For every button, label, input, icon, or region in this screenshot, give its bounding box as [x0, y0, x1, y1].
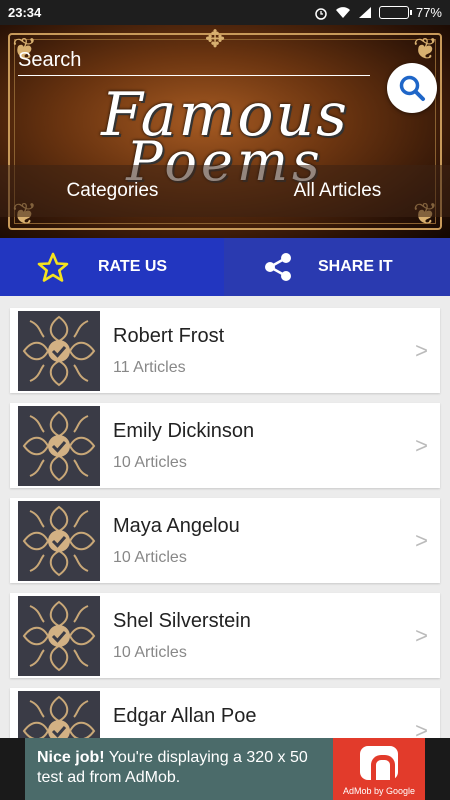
tab-all-articles[interactable]: All Articles: [225, 165, 450, 217]
author-name: Shel Silverstein: [113, 610, 251, 632]
chevron-right-icon: >: [415, 623, 428, 648]
signal-icon: [358, 7, 371, 18]
list-item-maya-angelou[interactable]: Maya Angelou 10 Articles >: [10, 498, 440, 583]
article-count: 10 Articles: [113, 644, 187, 661]
author-thumbnail: [18, 691, 100, 738]
battery-percent: 77%: [415, 5, 442, 20]
admob-logo: AdMob by Google: [333, 738, 425, 800]
list-item-robert-frost[interactable]: Robert Frost 11 Articles >: [10, 308, 440, 393]
search-underline: [18, 75, 370, 76]
chevron-right-icon: >: [415, 433, 428, 458]
share-it-button[interactable]: SHARE IT: [224, 238, 450, 296]
rate-us-button[interactable]: RATE US: [0, 238, 224, 296]
article-count: 10 Articles: [113, 549, 187, 566]
share-icon: [262, 252, 294, 282]
author-thumbnail: [18, 311, 100, 391]
ad-byline: AdMob by Google: [342, 786, 416, 796]
header-banner: ❦ ❦ ✥ ❦ ❦ Search Famous Poems Categories…: [0, 25, 450, 238]
battery-icon: [378, 6, 412, 19]
author-thumbnail: [18, 596, 100, 676]
chevron-right-icon: >: [415, 338, 428, 363]
author-name: Maya Angelou: [113, 515, 240, 537]
article-count: 11 Articles: [113, 359, 186, 376]
chevron-right-icon: >: [415, 528, 428, 553]
list-item-shel-silverstein[interactable]: Shel Silverstein 10 Articles >: [10, 593, 440, 678]
article-count: 10 Articles: [113, 454, 187, 471]
action-bar: RATE US SHARE IT: [0, 238, 450, 296]
admob-icon: [360, 746, 398, 780]
star-icon: [36, 252, 70, 282]
search-input[interactable]: Search: [18, 49, 81, 72]
list-item-edgar-allan-poe[interactable]: Edgar Allan Poe >: [10, 688, 440, 738]
status-time: 23:34: [8, 5, 42, 20]
author-name: Emily Dickinson: [113, 420, 255, 442]
ornament-icon: ❦: [412, 32, 438, 67]
alarm-icon: [315, 7, 327, 20]
ad-banner[interactable]: Nice job! You're displaying a 320 x 50 t…: [0, 738, 450, 800]
tab-categories[interactable]: Categories: [0, 165, 225, 217]
author-list: Robert Frost 11 Articles > Emily Dickins…: [0, 296, 450, 738]
author-name: Robert Frost: [113, 325, 225, 347]
status-bar: 23:34 77%: [0, 0, 450, 25]
author-name: Edgar Allan Poe: [113, 705, 257, 727]
ad-content[interactable]: Nice job! You're displaying a 320 x 50 t…: [25, 738, 425, 800]
chevron-right-icon: >: [415, 718, 428, 738]
author-thumbnail: [18, 501, 100, 581]
rate-us-label: RATE US: [98, 258, 168, 275]
list-item-emily-dickinson[interactable]: Emily Dickinson 10 Articles >: [10, 403, 440, 488]
ad-headline: Nice job!: [37, 749, 105, 766]
ornament-icon: ✥: [205, 25, 226, 53]
header-tabs: Categories All Articles: [0, 165, 450, 217]
share-it-label: SHARE IT: [318, 258, 393, 275]
ad-text: Nice job! You're displaying a 320 x 50 t…: [37, 748, 327, 788]
author-thumbnail: [18, 406, 100, 486]
wifi-icon: [335, 7, 350, 18]
